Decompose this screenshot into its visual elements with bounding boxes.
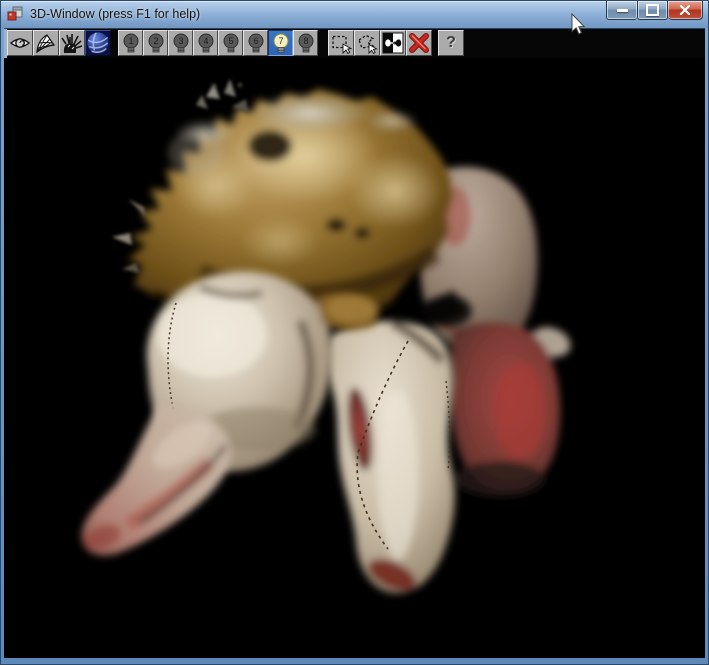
- toolbar-group-display: [7, 30, 111, 56]
- toolbar-group-lights: 1 2 3: [118, 30, 318, 56]
- window-title: 3D-Window (press F1 for help): [30, 1, 200, 28]
- invert-selection-icon: [382, 32, 404, 54]
- light-bulb-icon: 4: [197, 33, 215, 54]
- bulb-number: 5: [228, 36, 233, 46]
- draw-style-button[interactable]: [33, 30, 59, 56]
- light-bulb-icon-lit: 7: [272, 33, 290, 54]
- invert-selection-button[interactable]: [380, 30, 406, 56]
- surface-fan-icon: [35, 33, 57, 54]
- client-area: 1 2 3: [4, 28, 705, 658]
- normals-button[interactable]: [59, 30, 85, 56]
- light-bulb-icon: 5: [222, 33, 240, 54]
- minimize-icon: [617, 9, 628, 12]
- light-bulb-icon: 8: [297, 33, 315, 54]
- polygon-select-button[interactable]: [354, 30, 380, 56]
- light-button-6[interactable]: 6: [243, 30, 268, 56]
- toolbar-group-selection: [328, 30, 432, 56]
- light-bulb-icon: 1: [122, 33, 140, 54]
- minimize-button[interactable]: [606, 1, 637, 20]
- light-button-8[interactable]: 8: [293, 30, 318, 56]
- close-icon: [679, 5, 691, 15]
- textured-globe-icon: [86, 30, 110, 56]
- window-controls: [606, 1, 703, 20]
- bulb-number: 3: [178, 36, 183, 46]
- close-button[interactable]: [668, 1, 703, 20]
- rectangle-select-icon: [330, 33, 352, 54]
- light-button-1[interactable]: 1: [118, 30, 143, 56]
- app-icon: [7, 6, 23, 22]
- clear-selection-red-x-icon: [408, 32, 430, 54]
- title-bar[interactable]: 3D-Window (press F1 for help): [1, 1, 708, 28]
- bulb-number: 8: [303, 36, 308, 46]
- light-button-2[interactable]: 2: [143, 30, 168, 56]
- toolbar: 1 2 3: [4, 29, 705, 58]
- bulb-number: 4: [203, 36, 208, 46]
- polygon-select-icon: [356, 33, 378, 54]
- rectangle-select-button[interactable]: [328, 30, 354, 56]
- bulb-number: 7: [278, 36, 283, 46]
- light-button-4[interactable]: 4: [193, 30, 218, 56]
- eye-icon: [9, 35, 31, 51]
- render-3d-model: [4, 58, 705, 658]
- mouse-cursor: [571, 13, 587, 37]
- texture-button[interactable]: [85, 30, 111, 56]
- bulb-number: 1: [128, 36, 133, 46]
- maximize-icon: [646, 4, 659, 16]
- light-bulb-icon: 6: [247, 33, 265, 54]
- bulb-number: 6: [253, 36, 258, 46]
- bulb-number: 2: [153, 36, 158, 46]
- viewport-3d[interactable]: [4, 58, 705, 658]
- light-button-5[interactable]: 5: [218, 30, 243, 56]
- help-label: ?: [446, 34, 456, 52]
- window: 3D-Window (press F1 for help): [0, 0, 709, 665]
- light-bulb-icon: 3: [172, 33, 190, 54]
- light-button-7[interactable]: 7: [268, 30, 293, 56]
- view-eye-button[interactable]: [7, 30, 33, 56]
- maximize-button[interactable]: [637, 1, 668, 20]
- toolbar-group-help: ?: [438, 30, 464, 56]
- light-button-3[interactable]: 3: [168, 30, 193, 56]
- clear-selection-button[interactable]: [406, 30, 432, 56]
- help-button[interactable]: ?: [438, 30, 464, 56]
- light-bulb-icon: 2: [147, 33, 165, 54]
- normals-hedgehog-icon: [61, 33, 83, 54]
